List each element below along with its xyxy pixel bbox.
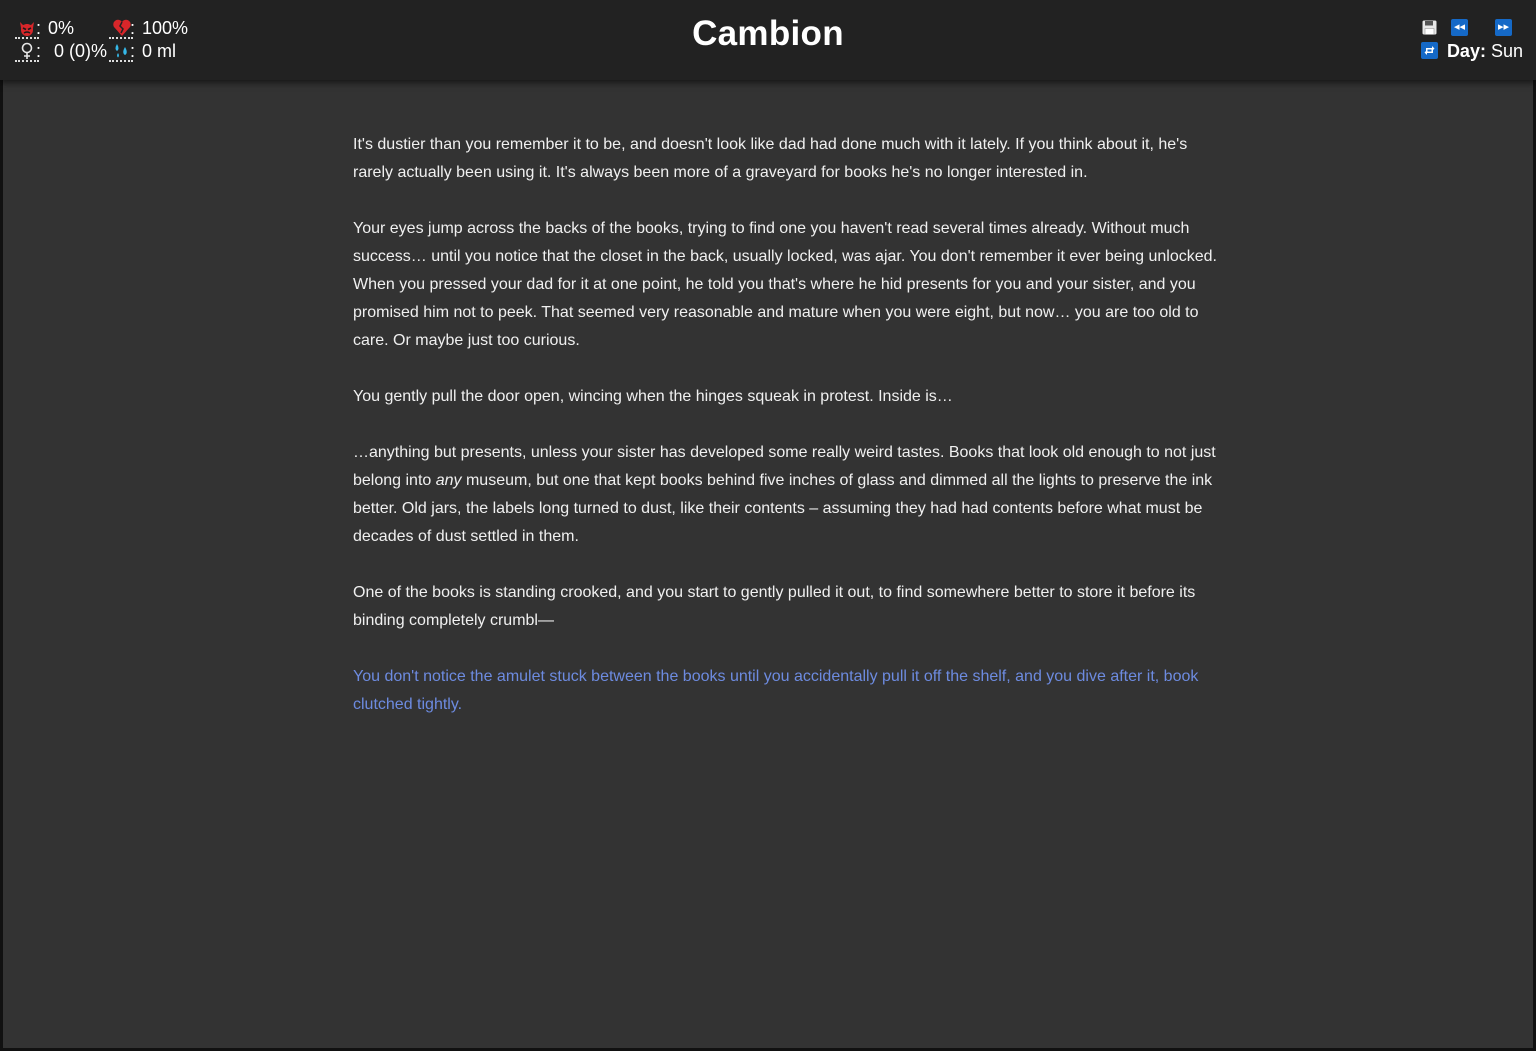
story-paragraph: One of the books is standing crooked, an…: [353, 584, 1196, 629]
story-italic-text: any: [435, 472, 462, 489]
save-icon: [1421, 20, 1438, 39]
day-indicator: Day: Sun: [1447, 41, 1523, 61]
story-paragraph: …anything but presents, unless your sist…: [353, 439, 1223, 551]
day-value: Sun: [1490, 41, 1523, 61]
rewind-icon: ◂◂: [1453, 21, 1466, 33]
restart-icon: [1421, 46, 1438, 62]
story-text: It's dustier than you remember it to be,…: [353, 131, 1223, 747]
header-bar: :0% :100% :0 (0)%: 0 ml Cambion ◂◂ ▸▸ D…: [0, 0, 1536, 80]
day-label: Day:: [1446, 41, 1486, 61]
fast-forward-button[interactable]: ▸▸: [1495, 19, 1512, 36]
fast-forward-icon: ▸▸: [1497, 21, 1510, 33]
save-button[interactable]: [1421, 19, 1438, 36]
restart-button[interactable]: [1421, 42, 1438, 59]
story-paragraph: It's dustier than you remember it to be,…: [353, 136, 1188, 181]
story-paragraph: You gently pull the door open, wincing w…: [353, 388, 953, 405]
story-paragraph: Your eyes jump across the backs of the b…: [353, 220, 1217, 349]
page-title: Cambion: [692, 14, 844, 53]
story-choice-link[interactable]: You don't notice the amulet stuck betwee…: [353, 663, 1223, 719]
rewind-button[interactable]: ◂◂: [1451, 19, 1468, 36]
story-text-segment: museum, but one that kept books behind f…: [353, 472, 1213, 545]
